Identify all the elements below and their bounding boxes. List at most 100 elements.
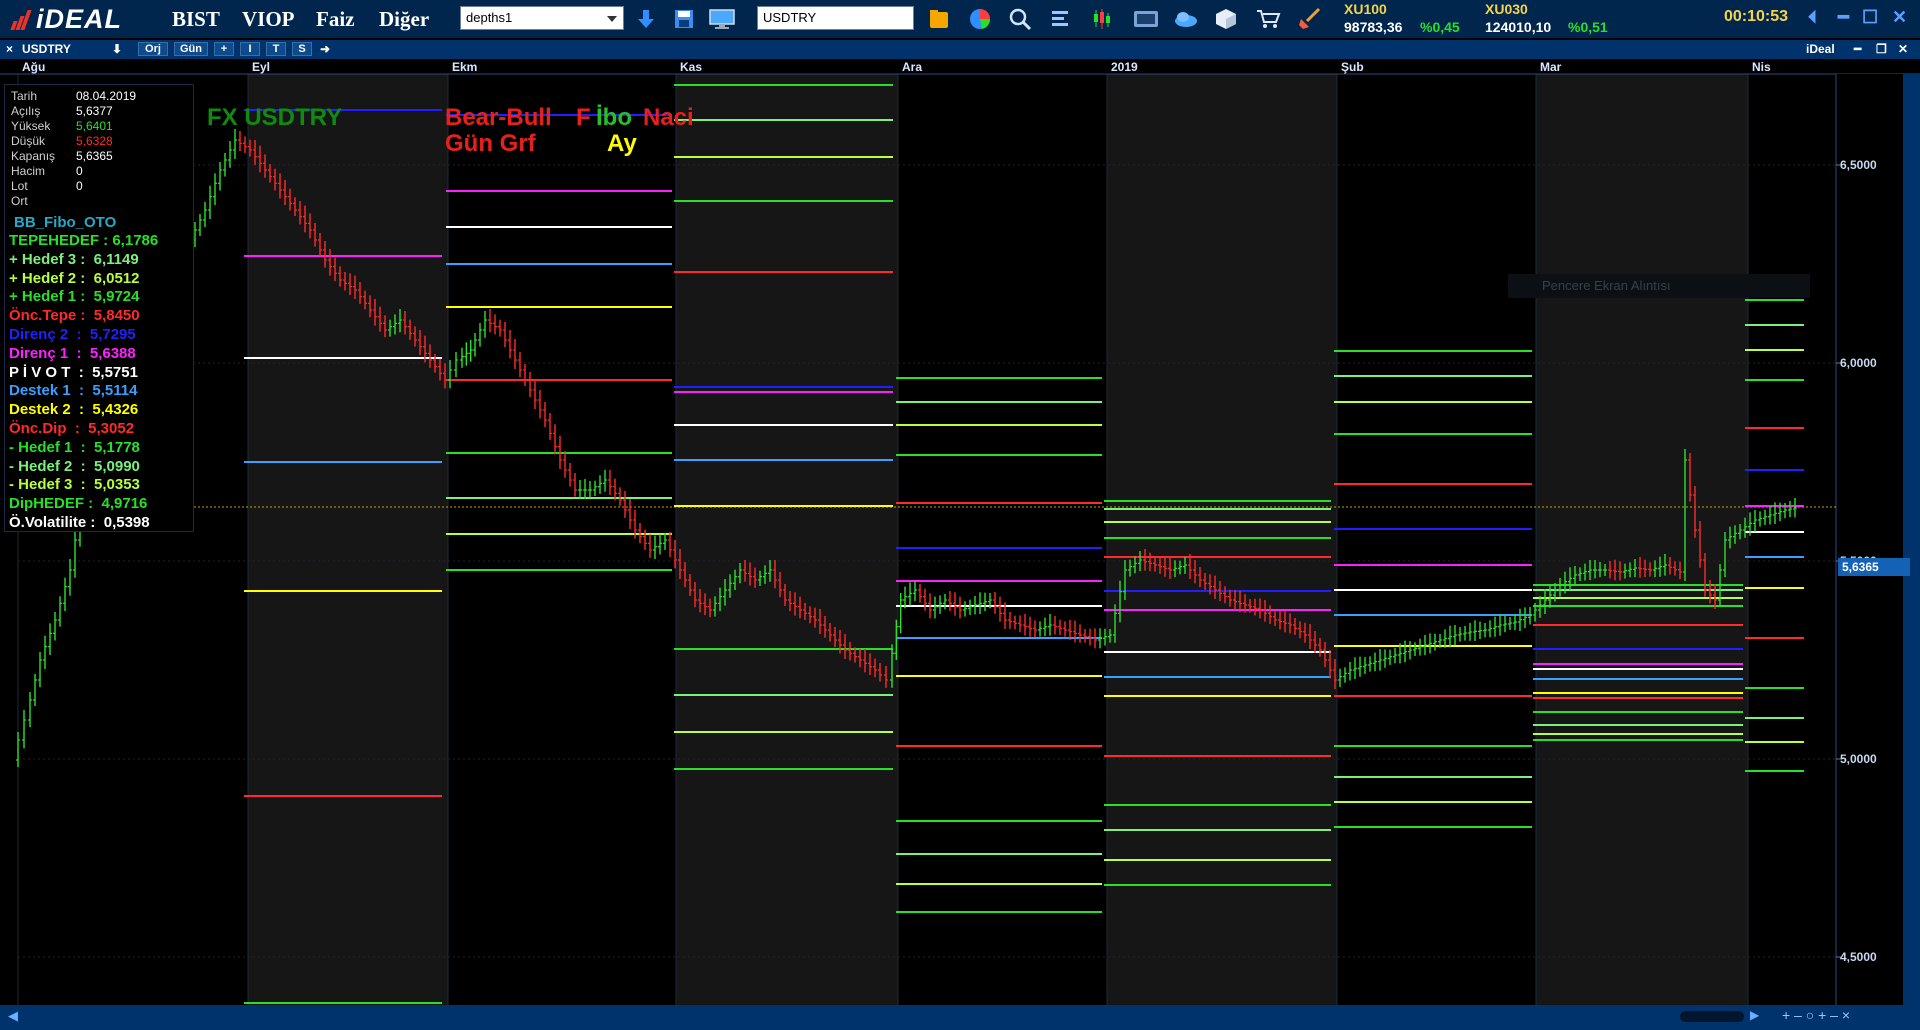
chart-toolbar: × USDTRY ⬇ Orj Gün + I T S ➜ iDeal ━ ❐ ✕	[0, 40, 1920, 59]
month-label: Mar	[1540, 60, 1562, 74]
ohlc-label: Lot	[11, 179, 28, 193]
index-xu100-value: 98783,36	[1344, 19, 1403, 35]
chart-canvas[interactable]: Ağu Eyl Ekm Kas Ara 2019 Şub Mar Nis 6,5000 6,0000…	[0, 60, 1920, 1005]
fibo-level-row: Direnç 2 : 5,7295	[9, 325, 136, 343]
month-label: Ekm	[452, 60, 477, 74]
chart-brand: iDeal	[1806, 42, 1835, 56]
chart-forward-icon[interactable]: ➜	[320, 41, 330, 57]
y-tick-label: 6,0000	[1840, 356, 1877, 370]
logo-bars-icon	[10, 8, 32, 30]
menu-faiz[interactable]: Faiz	[316, 7, 354, 32]
chart-title-symbol: FX USDTRY	[207, 104, 343, 131]
chart-btn-t[interactable]: T	[266, 42, 286, 56]
chart-symbol[interactable]: USDTRY	[22, 41, 71, 57]
ohlc-label: Hacim	[11, 164, 46, 178]
chart-title-naci: Naci	[643, 104, 694, 131]
folder-icon[interactable]	[925, 5, 953, 33]
scroll-right-icon[interactable]: ▶	[1750, 1008, 1759, 1022]
price-chart[interactable]: Ağu Eyl Ekm Kas Ara 2019 Şub Mar Nis 6,5000 6,0000…	[0, 60, 1920, 1005]
ohlc-value: 08.04.2019	[76, 89, 137, 103]
ohlc-label: Ort	[11, 194, 28, 208]
chart-btn-i[interactable]: I	[240, 42, 260, 56]
fibo-level-row: Direnç 1 : 5,6388	[9, 344, 136, 362]
cube-icon[interactable]	[1212, 5, 1240, 33]
chart-title-ay: Ay	[607, 130, 637, 157]
ohlc-label: Tarih	[11, 89, 38, 103]
fibo-level-row: + Hedef 2 : 6,0512	[9, 269, 140, 287]
index-xu030-change: %0,51	[1568, 19, 1608, 35]
ohlc-label: Kapanış	[11, 149, 56, 163]
ohlc-value: 0	[76, 179, 83, 193]
chevron-down-icon	[607, 16, 617, 22]
ohlc-row: Açılış 5,6377	[11, 104, 136, 119]
ohlc-row: Kapanış 5,6365	[11, 149, 136, 164]
fibo-level-row: + Hedef 3 : 6,1149	[9, 250, 139, 268]
ohlc-row: Yüksek 5,6401	[11, 119, 136, 134]
month-label: Şub	[1341, 60, 1364, 74]
fibo-level-row: - Hedef 1 : 5,1778	[9, 438, 140, 456]
chart-close-window-icon[interactable]: ✕	[1898, 41, 1908, 57]
zoom-controls[interactable]: + – ○ + – ×	[1782, 1007, 1850, 1023]
ohlc-row: Hacim 0	[11, 164, 136, 179]
candles-icon[interactable]	[1088, 5, 1116, 33]
search-icon[interactable]	[1006, 5, 1034, 33]
screen-icon[interactable]	[1132, 5, 1160, 33]
index-xu100-change: %0,45	[1420, 19, 1460, 35]
download-arrow-icon[interactable]	[632, 5, 660, 33]
chart-restore-icon[interactable]: ❐	[1876, 41, 1887, 57]
scroll-thumb[interactable]	[1680, 1011, 1744, 1022]
info-panel: Tarih 08.04.2019 Açılış 5,6377 Yüksek 5,6401 D…	[4, 84, 194, 532]
fibo-level-row: Ö.Volatilite : 0,5398	[9, 513, 150, 531]
ideal-logo: iDEAL	[10, 4, 122, 34]
menu-bist[interactable]: BIST	[172, 7, 220, 32]
chart-scrollbar[interactable]: ◀ ▶ + – ○ + – ×	[0, 1005, 1920, 1030]
clock: 00:10:53	[1724, 8, 1789, 25]
monitor-icon[interactable]	[708, 5, 736, 33]
close-icon[interactable]: ✕	[1892, 7, 1907, 28]
month-label: Ağu	[22, 60, 45, 74]
chart-minimize-icon[interactable]: ━	[1854, 41, 1861, 57]
save-icon[interactable]	[670, 5, 698, 33]
minimize-icon[interactable]: ━	[1838, 7, 1849, 28]
ohlc-label: Düşük	[11, 134, 46, 148]
index-xu030-value: 124010,10	[1485, 19, 1552, 35]
menu-diger[interactable]: Diğer	[379, 7, 429, 32]
menu-viop[interactable]: VIOP	[242, 7, 295, 32]
ohlc-value: 5,6377	[76, 104, 113, 118]
chart-title-gungrf: Gün Grf	[445, 130, 536, 157]
ohlc-row: Tarih 08.04.2019	[11, 89, 136, 104]
symbol-input[interactable]: USDTRY	[757, 6, 914, 30]
chart-btn-s[interactable]: S	[292, 42, 312, 56]
ohlc-label: Açılış	[11, 104, 41, 118]
ohlc-table: Tarih 08.04.2019 Açılış 5,6377 Yüksek 5,6401 D…	[11, 89, 136, 209]
y-tick-label: 4,5000	[1840, 950, 1877, 964]
chart-btn-plus[interactable]: +	[214, 42, 234, 56]
list-icon[interactable]	[1046, 5, 1074, 33]
pie-chart-icon[interactable]	[966, 5, 994, 33]
chart-btn-gun[interactable]: Gün	[174, 42, 208, 56]
broom-icon[interactable]	[1296, 5, 1324, 33]
last-price-marker: 5,6365	[1838, 558, 1910, 576]
chart-title-f: F	[576, 104, 591, 131]
month-shade	[248, 60, 448, 1005]
symbol-input-value: USDTRY	[763, 10, 817, 25]
ohlc-value: 5,6401	[76, 119, 113, 133]
cart-icon[interactable]	[1254, 5, 1282, 33]
fibo-level-row: - Hedef 2 : 5,0990	[9, 457, 140, 475]
maximize-icon[interactable]: ☐	[1862, 7, 1878, 28]
index-xu030-name: XU030	[1485, 1, 1528, 17]
index-xu100-name: XU100	[1344, 1, 1387, 17]
month-label: Kas	[680, 60, 702, 74]
chart-btn-orj[interactable]: Orj	[138, 42, 168, 56]
main-toolbar: iDEAL BIST VIOP Faiz Diğer depths1 USDTR…	[0, 0, 1920, 38]
chart-close-icon[interactable]: ×	[6, 41, 13, 57]
layout-select[interactable]: depths1	[460, 6, 624, 30]
scroll-left-icon[interactable]: ◀	[8, 1008, 18, 1024]
cloud-icon[interactable]	[1172, 5, 1200, 33]
fibo-level-row: Önc.Dip : 5,3052	[9, 419, 135, 437]
back-icon[interactable]: ⏴	[1808, 7, 1817, 28]
screenshot-tooltip: Pencere Ekran Alıntısı	[1508, 274, 1810, 298]
chart-download-icon[interactable]: ⬇	[112, 41, 122, 57]
ohlc-row: Ort	[11, 194, 136, 209]
fibo-level-row: + Hedef 1 : 5,9724	[9, 288, 140, 306]
